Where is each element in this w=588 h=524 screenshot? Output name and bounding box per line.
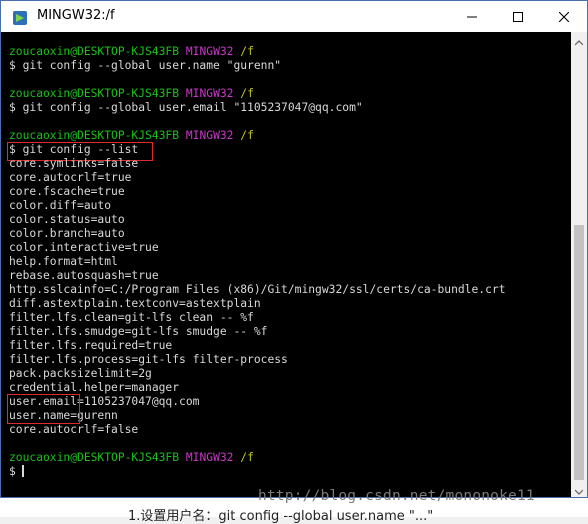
vertical-scrollbar[interactable] xyxy=(571,32,587,497)
config-line: color.branch=auto xyxy=(9,227,125,240)
prompt-system: MINGW32 xyxy=(185,87,234,100)
config-line: diff.astextplain.textconv=astextplain xyxy=(9,297,261,310)
text-cursor xyxy=(21,465,24,477)
chevron-up-icon xyxy=(574,31,584,50)
config-line: color.status=auto xyxy=(9,213,125,226)
prompt-system: MINGW32 xyxy=(185,451,234,464)
prompt-path: /f xyxy=(240,129,254,142)
scroll-down-button[interactable] xyxy=(571,481,587,497)
terminal-output[interactable]: zoucaoxin@DESKTOP-KJS43FB MINGW32 /f $ g… xyxy=(1,32,571,497)
prompt-system: MINGW32 xyxy=(185,45,234,58)
scroll-up-button[interactable] xyxy=(571,32,587,48)
prompt-user-host: zoucaoxin@DESKTOP-KJS43FB xyxy=(9,87,180,100)
config-line: pack.packsizelimit=2g xyxy=(9,367,152,380)
prompt-line: zoucaoxin@DESKTOP-KJS43FB MINGW32 /f xyxy=(9,87,254,101)
config-line: filter.lfs.clean=git-lfs clean -- %f xyxy=(9,311,254,324)
config-line: http.sslcainfo=C:/Program Files (x86)/Gi… xyxy=(9,283,506,296)
scrollbar-thumb[interactable] xyxy=(574,225,584,480)
terminal-window[interactable]: MINGW32:/f zoucaoxin@DESKTOP-KJS43FB MIN… xyxy=(0,0,588,498)
config-line: core.autocrlf=false xyxy=(9,423,139,436)
minimize-icon xyxy=(467,7,477,26)
chevron-down-icon xyxy=(574,480,584,499)
title-bar[interactable]: MINGW32:/f xyxy=(1,1,587,32)
prompt-path: /f xyxy=(240,45,254,58)
command-line: $ git config --global user.email "110523… xyxy=(9,101,363,114)
config-line: color.interactive=true xyxy=(9,241,159,254)
maximize-button[interactable] xyxy=(495,1,541,32)
config-line: core.autocrlf=true xyxy=(9,171,132,184)
prompt-path: /f xyxy=(240,87,254,100)
config-line: rebase.autosquash=true xyxy=(9,269,159,282)
command-line: $ git config --global user.name "gurenn" xyxy=(9,59,282,72)
minimize-button[interactable] xyxy=(449,1,495,32)
prompt-user-host: zoucaoxin@DESKTOP-KJS43FB xyxy=(9,129,180,142)
config-line: filter.lfs.required=true xyxy=(9,339,173,352)
prompt-line: zoucaoxin@DESKTOP-KJS43FB MINGW32 /f xyxy=(9,129,254,143)
watermark-text: http://blog.csdn.net/mononoke11 xyxy=(258,488,535,504)
config-line: credential.helper=manager xyxy=(9,381,180,394)
background-caption: 1.设置用户名：git config --global user.name ".… xyxy=(128,509,434,524)
mingw-app-icon xyxy=(13,10,27,25)
config-line: help.format=html xyxy=(9,255,118,268)
prompt-line: zoucaoxin@DESKTOP-KJS43FB MINGW32 /f xyxy=(9,45,254,59)
maximize-icon xyxy=(513,7,523,26)
config-line: color.diff=auto xyxy=(9,199,112,212)
close-icon xyxy=(558,7,570,26)
input-prompt-symbol: $ xyxy=(9,465,16,478)
prompt-path: /f xyxy=(240,451,254,464)
window-title: MINGW32:/f xyxy=(37,8,115,23)
prompt-line: zoucaoxin@DESKTOP-KJS43FB MINGW32 /f xyxy=(9,451,254,465)
prompt-user-host: zoucaoxin@DESKTOP-KJS43FB xyxy=(9,45,180,58)
input-line[interactable]: $ xyxy=(9,465,24,479)
prompt-system: MINGW32 xyxy=(185,129,234,142)
user-settings-highlight-box xyxy=(7,394,80,424)
prompt-user-host: zoucaoxin@DESKTOP-KJS43FB xyxy=(9,451,180,464)
close-button[interactable] xyxy=(541,1,587,32)
config-line: core.symlinks=false xyxy=(9,157,139,170)
config-line: filter.lfs.smudge=git-lfs smudge -- %f xyxy=(9,325,268,338)
config-line: filter.lfs.process=git-lfs filter-proces… xyxy=(9,353,288,366)
config-line: core.fscache=true xyxy=(9,185,125,198)
